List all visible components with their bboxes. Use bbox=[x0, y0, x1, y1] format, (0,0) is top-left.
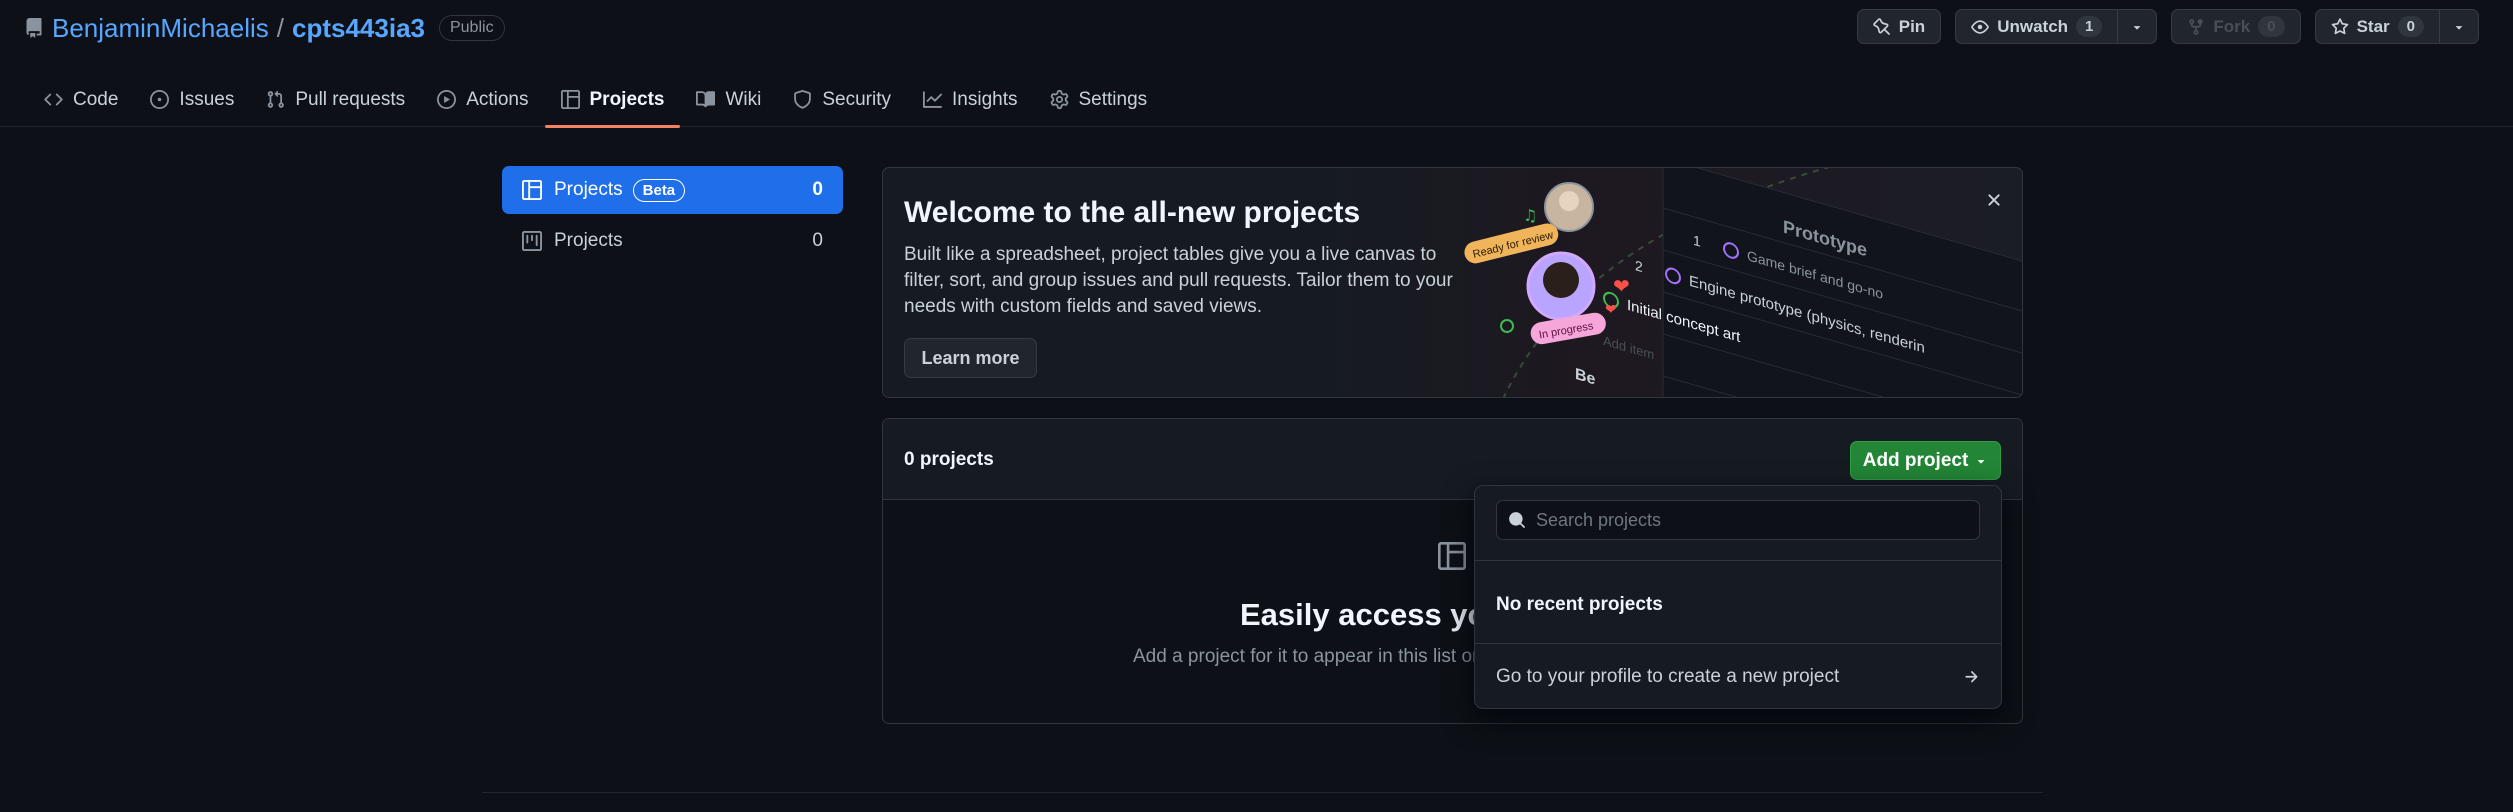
pin-button[interactable]: Pin bbox=[1856, 9, 1942, 44]
watch-counter: 1 bbox=[2076, 16, 2103, 37]
table-icon bbox=[560, 90, 580, 109]
search-projects-box[interactable] bbox=[1496, 500, 1980, 540]
tab-label: Projects bbox=[589, 88, 665, 110]
repo-tabs: Code Issues Pull requests Actions Projec… bbox=[28, 72, 1164, 128]
pin-icon bbox=[1872, 17, 1891, 36]
beta-badge: Beta bbox=[632, 178, 686, 202]
fork-icon bbox=[2187, 18, 2205, 36]
tab-settings[interactable]: Settings bbox=[1034, 72, 1164, 127]
sidebar-item-count: 0 bbox=[812, 179, 823, 200]
unwatch-button[interactable]: Unwatch 1 bbox=[1955, 9, 2119, 44]
fork-button[interactable]: Fork 0 bbox=[2171, 9, 2301, 44]
learn-more-button[interactable]: Learn more bbox=[904, 338, 1037, 378]
search-icon bbox=[1497, 511, 1526, 529]
add-project-button[interactable]: Add project bbox=[1850, 441, 2001, 480]
svg-text:❤: ❤ bbox=[1605, 302, 1617, 318]
projects-illustration: Prototype 1 Game brief and go-no 2 Engin… bbox=[1464, 168, 2022, 397]
sidebar-item-label: Projects bbox=[554, 179, 623, 200]
tab-label: Settings bbox=[1078, 88, 1148, 110]
tab-label: Insights bbox=[952, 88, 1018, 110]
fork-label: Fork bbox=[2213, 16, 2251, 36]
unwatch-dropdown-button[interactable] bbox=[2118, 9, 2158, 44]
profile-link-label: Go to your profile to create a new proje… bbox=[1496, 665, 1840, 687]
star-dropdown-button[interactable] bbox=[2440, 9, 2479, 44]
gear-icon bbox=[1050, 90, 1069, 109]
tab-insights[interactable]: Insights bbox=[907, 72, 1033, 127]
graph-icon bbox=[923, 90, 943, 109]
svg-text:❤: ❤ bbox=[1613, 274, 1630, 298]
illus-row-num-2: 2 bbox=[1635, 258, 1643, 276]
star-label: Star bbox=[2356, 16, 2390, 36]
star-group: Star 0 bbox=[2314, 9, 2479, 44]
visibility-badge: Public bbox=[438, 15, 505, 41]
issue-icon bbox=[150, 90, 170, 109]
no-recent-projects: No recent projects bbox=[1496, 594, 1663, 615]
welcome-banner: Welcome to the all-new projects Built li… bbox=[882, 167, 2023, 398]
close-icon bbox=[1988, 194, 2000, 206]
sidebar-item-label: Projects bbox=[554, 230, 623, 251]
repo-owner-link[interactable]: BenjaminMichaelis bbox=[52, 13, 269, 44]
shield-icon bbox=[793, 90, 812, 109]
book-icon bbox=[696, 90, 716, 109]
svg-text:♫: ♫ bbox=[1523, 206, 1537, 225]
sidebar-item-projects-beta[interactable]: Projects Beta 0 bbox=[502, 166, 843, 214]
caret-down-icon bbox=[2130, 20, 2144, 34]
unwatch-group: Unwatch 1 bbox=[1955, 9, 2158, 44]
repo-icon bbox=[24, 17, 44, 39]
repo-title: BenjaminMichaelis / cpts443ia3 Public bbox=[24, 12, 505, 44]
search-projects-input[interactable] bbox=[1536, 509, 1956, 531]
projects-sidebar: Projects Beta 0 Projects 0 bbox=[502, 166, 843, 268]
tab-actions[interactable]: Actions bbox=[421, 72, 544, 127]
add-project-dropdown: No recent projects Go to your profile to… bbox=[1474, 485, 2002, 709]
tab-pull-requests[interactable]: Pull requests bbox=[250, 72, 421, 127]
star-button[interactable]: Star 0 bbox=[2314, 9, 2440, 44]
illus-row-num-1: 1 bbox=[1693, 233, 1701, 251]
pull-request-icon bbox=[266, 90, 285, 109]
sidebar-item-count: 0 bbox=[812, 230, 823, 251]
repo-actions: Pin Unwatch 1 Fork 0 Star 0 bbox=[1856, 9, 2479, 44]
sidebar-item-projects-classic[interactable]: Projects 0 bbox=[502, 217, 843, 265]
tab-label: Actions bbox=[466, 88, 529, 110]
tab-projects[interactable]: Projects bbox=[544, 72, 681, 128]
star-counter: 0 bbox=[2397, 16, 2424, 37]
table-icon bbox=[522, 180, 542, 200]
tab-label: Code bbox=[73, 88, 119, 110]
caret-down-icon bbox=[1974, 454, 1988, 468]
add-project-label: Add project bbox=[1862, 449, 1969, 471]
repo-separator: / bbox=[276, 12, 284, 43]
welcome-title: Welcome to the all-new projects bbox=[904, 196, 1361, 229]
tab-code[interactable]: Code bbox=[28, 72, 134, 127]
footer-divider bbox=[482, 792, 2043, 793]
tab-label: Security bbox=[822, 88, 892, 110]
tab-issues[interactable]: Issues bbox=[134, 72, 250, 127]
tab-label: Issues bbox=[179, 88, 235, 110]
code-icon bbox=[44, 90, 63, 109]
tab-security[interactable]: Security bbox=[777, 72, 907, 127]
tab-wiki[interactable]: Wiki bbox=[680, 72, 777, 127]
projects-count: 0 projects bbox=[904, 449, 994, 470]
profile-create-project-link[interactable]: Go to your profile to create a new proje… bbox=[1475, 644, 2001, 709]
pin-label: Pin bbox=[1898, 16, 1926, 36]
illus-add-item: Add item bbox=[1603, 333, 1654, 362]
welcome-description: Built like a spreadsheet, project tables… bbox=[904, 244, 1453, 317]
fork-counter: 0 bbox=[2258, 16, 2285, 37]
caret-down-icon bbox=[2452, 20, 2466, 34]
tab-label: Wiki bbox=[725, 88, 762, 110]
play-icon bbox=[437, 90, 457, 109]
star-icon bbox=[2331, 17, 2349, 36]
illus-partial-row: Be bbox=[1575, 365, 1595, 389]
close-banner-button[interactable] bbox=[1984, 190, 2004, 210]
dropdown-divider bbox=[1475, 560, 2001, 561]
project-board-icon bbox=[522, 231, 542, 251]
repo-header: BenjaminMichaelis / cpts443ia3 Public Pi… bbox=[0, 0, 2513, 128]
repo-name-link[interactable]: cpts443ia3 bbox=[292, 13, 425, 44]
arrow-right-icon bbox=[1965, 670, 1978, 682]
unwatch-label: Unwatch bbox=[1997, 16, 2069, 36]
tab-label: Pull requests bbox=[295, 88, 406, 110]
eye-icon bbox=[1971, 18, 1990, 36]
table-icon bbox=[1438, 542, 1466, 570]
